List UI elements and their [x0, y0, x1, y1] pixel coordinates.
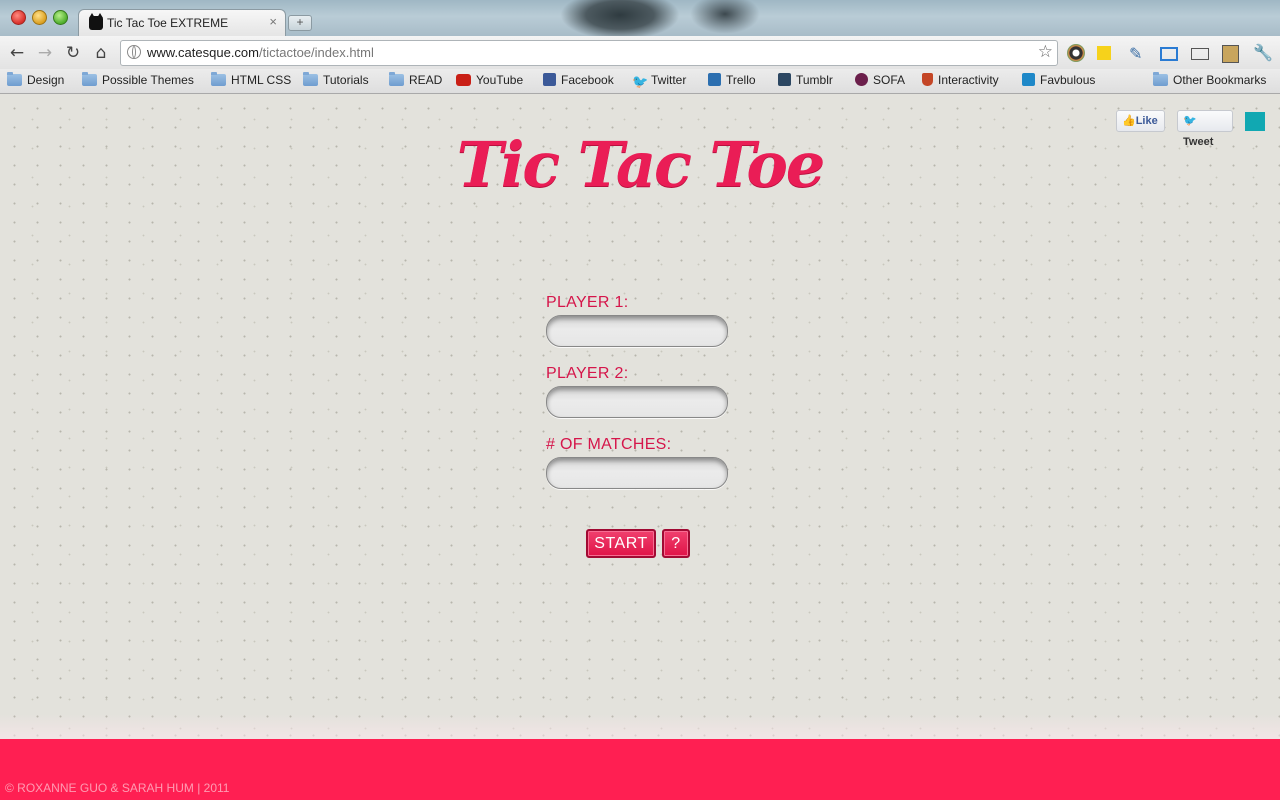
theme-artwork: [560, 0, 680, 36]
bookmarks-bar: Design Possible Themes HTML CSS Tutorial…: [0, 69, 1280, 94]
bookmark-tutorials[interactable]: Tutorials: [303, 72, 369, 89]
back-button[interactable]: ←: [7, 43, 27, 63]
cat-favicon-icon: [89, 13, 103, 30]
window-titlebar: Tic Tac Toe EXTREME × +: [0, 0, 1280, 36]
url-domain: www.catesque.com: [147, 45, 259, 60]
twitter-icon: 🐦: [1183, 115, 1197, 127]
home-button[interactable]: ⌂: [91, 43, 111, 63]
reload-button[interactable]: ↻: [63, 43, 83, 63]
footer: © ROXANNE GUO & SARAH HUM | 2011: [0, 739, 1280, 800]
folder-icon: [303, 72, 318, 86]
like-label: Like: [1135, 115, 1158, 127]
footer-credits: © ROXANNE GUO & SARAH HUM | 2011: [5, 781, 230, 795]
browser-toolbar: ← → ↻ ⌂ www.catesque.com/tictactoe/index…: [0, 36, 1280, 69]
folder-icon: [1153, 72, 1168, 86]
browser-tab[interactable]: Tic Tac Toe EXTREME ×: [78, 9, 286, 36]
bookmark-label: Other Bookmarks: [1173, 73, 1267, 87]
bookmark-label: SOFA: [873, 73, 906, 87]
bookmark-possible-themes[interactable]: Possible Themes: [82, 72, 194, 89]
wrench-icon[interactable]: 🔧: [1253, 43, 1273, 62]
bookmark-label: Interactivity: [938, 73, 999, 87]
bookmark-trello[interactable]: Trello: [708, 73, 756, 89]
bookmark-label: HTML CSS: [231, 73, 292, 87]
player1-label: PLAYER 1:: [546, 294, 629, 311]
zoom-window-button[interactable]: [53, 10, 68, 25]
bookmark-tumblr[interactable]: Tumblr: [778, 73, 833, 89]
bookmark-label: READ: [409, 73, 443, 87]
tab-title: Tic Tac Toe EXTREME: [107, 16, 229, 30]
tumblr-icon: [778, 73, 791, 86]
bookmark-html-css[interactable]: HTML CSS: [211, 72, 292, 89]
bookmark-label: Facebook: [561, 73, 614, 87]
address-bar[interactable]: www.catesque.com/tictactoe/index.html ☆: [120, 40, 1058, 66]
new-tab-button[interactable]: +: [288, 15, 312, 31]
bookmark-label: Possible Themes: [102, 73, 194, 87]
bookmark-design[interactable]: Design: [7, 72, 65, 89]
color-picker-icon[interactable]: [1067, 44, 1085, 62]
bookmark-label: Tumblr: [796, 73, 833, 87]
bookmark-youtube[interactable]: YouTube: [456, 73, 523, 89]
bookmark-favbulous[interactable]: Favbulous: [1022, 73, 1095, 89]
favbulous-icon: [1022, 73, 1035, 86]
forward-button[interactable]: →: [35, 43, 55, 63]
bookmark-label: YouTube: [476, 73, 524, 87]
tab-close-icon[interactable]: ×: [269, 14, 277, 29]
trello-icon: [708, 73, 721, 86]
player1-input[interactable]: [546, 315, 728, 347]
sofa-icon: [855, 73, 868, 86]
facebook-icon: [543, 73, 556, 86]
globe-icon: [127, 45, 141, 59]
bookmark-facebook[interactable]: Facebook: [543, 73, 614, 89]
matches-input[interactable]: [546, 457, 728, 489]
screen-capture-icon[interactable]: [1160, 47, 1178, 61]
bookmark-label: Favbulous: [1040, 73, 1096, 87]
bookmark-label: Design: [27, 73, 65, 87]
close-window-button[interactable]: [11, 10, 26, 25]
url-text[interactable]: www.catesque.com/tictactoe/index.html: [147, 45, 374, 60]
youtube-icon: [456, 74, 471, 86]
bookmark-twitter[interactable]: 🐦 Twitter: [632, 73, 686, 89]
bookmark-label: Tutorials: [323, 73, 369, 87]
twitter-icon: 🐦: [632, 74, 649, 89]
page-content: 👍Like 🐦Tweet Tic Tac Toe PLAYER 1: PLAYE…: [0, 94, 1280, 800]
other-bookmarks[interactable]: Other Bookmarks: [1153, 72, 1267, 89]
bookmark-sofa[interactable]: SOFA: [855, 73, 905, 89]
theme-artwork: [690, 0, 760, 34]
player2-label: PLAYER 2:: [546, 365, 629, 382]
folder-icon: [389, 72, 404, 86]
folder-icon: [7, 72, 22, 86]
help-button[interactable]: ?: [662, 529, 690, 558]
url-path: /tictactoe/index.html: [259, 45, 374, 60]
minimize-window-button[interactable]: [32, 10, 47, 25]
folder-icon: [211, 72, 226, 86]
matches-label: # OF MATCHES:: [546, 436, 672, 453]
bookmark-read[interactable]: READ: [389, 72, 443, 89]
start-button[interactable]: START: [586, 529, 656, 558]
bookmark-label: Twitter: [651, 73, 687, 87]
bookmark-label: Trello: [726, 73, 756, 87]
folder-icon: [82, 72, 97, 86]
bookmark-star-icon[interactable]: ☆: [1038, 42, 1053, 62]
window-icon[interactable]: [1191, 48, 1209, 60]
sticky-note-icon[interactable]: [1097, 46, 1111, 60]
player2-input[interactable]: [546, 386, 728, 418]
page-title: Tic Tac Toe: [456, 128, 826, 201]
scrapbook-icon[interactable]: [1222, 45, 1239, 63]
plant-icon: [922, 73, 933, 86]
pen-icon[interactable]: ✎: [1129, 44, 1147, 63]
thumbs-up-icon: 👍: [1122, 115, 1136, 127]
bookmark-interactivity[interactable]: Interactivity: [922, 73, 999, 89]
